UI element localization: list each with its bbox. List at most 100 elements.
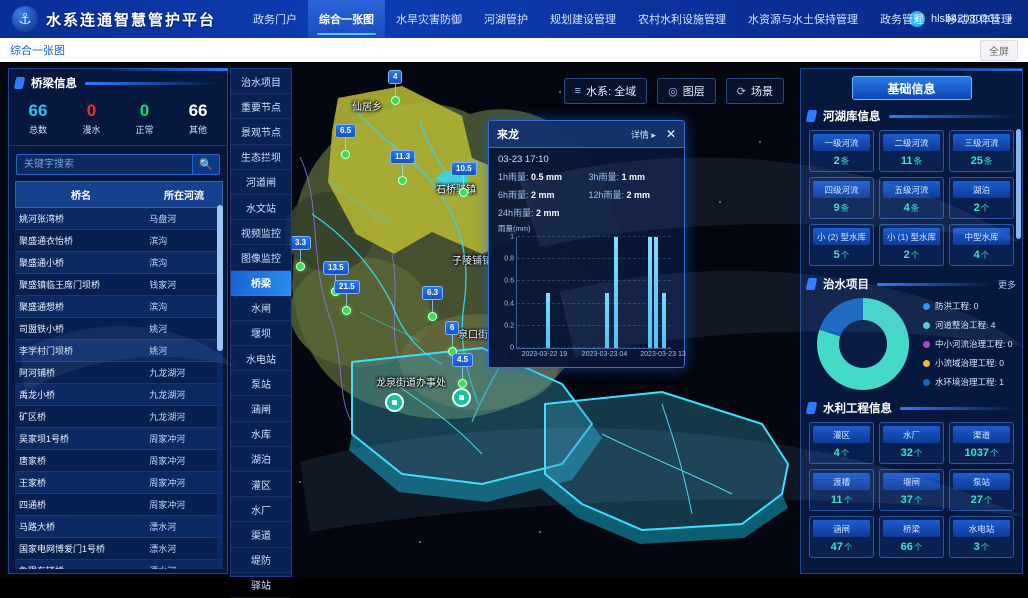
layer-item-灌区[interactable]: 灌区 [231,472,291,497]
layer-item-堤防[interactable]: 堤防 [231,548,291,573]
map-marker[interactable]: 21.5 [334,280,360,315]
info-card-泵站[interactable]: 泵站27个 [949,469,1014,511]
table-row[interactable]: 马路大桥漂水河 [15,516,223,538]
table-row[interactable]: 阿河铺桥九龙湖河 [15,362,223,384]
table-row[interactable]: 李学村门坝桥姚河 [15,340,223,362]
donut-chart [817,298,909,390]
map-marker[interactable]: 10.5 [451,162,477,197]
info-card-桥梁[interactable]: 桥梁66个 [879,516,944,558]
layer-item-景观节点[interactable]: 景观节点 [231,119,291,144]
table-row[interactable]: 聚盛镇临王席门坝桥钱家河 [15,274,223,296]
tab-basic-info[interactable]: 基础信息 [852,76,972,100]
nav-item-河湖管护[interactable]: 河湖管护 [473,0,539,38]
table-row[interactable]: 象限车辆桥漂水河 [15,560,223,569]
marker-pin-icon [341,150,350,159]
table-row[interactable]: 姚河张湾桥马盘河 [15,208,223,230]
map-marker[interactable]: 3.3 [290,236,311,271]
nav-item-规划建设管理[interactable]: 规划建设管理 [539,0,627,38]
map-marker[interactable]: 6.5 [335,124,356,159]
layer-item-桥梁[interactable]: 桥梁 [231,271,291,296]
info-card-水电站[interactable]: 水电站3个 [949,516,1014,558]
layer-item-生态拦坝[interactable]: 生态拦坝 [231,145,291,170]
nav-item-政务管理[interactable]: 政务管理 [869,0,935,38]
info-card-涵闸[interactable]: 涵闸47个 [809,516,874,558]
card-value: 3个 [953,537,1010,554]
table-row[interactable]: 矿区桥九龙湖河 [15,406,223,428]
layer-item-涵闸[interactable]: 涵闸 [231,396,291,421]
info-card-湖泊[interactable]: 湖泊2个 [949,177,1014,219]
table-row[interactable]: 聚盛通想桥滨沟 [15,296,223,318]
station-icon[interactable] [452,388,471,407]
layer-item-湖泊[interactable]: 湖泊 [231,447,291,472]
river-name: 马盘河 [145,212,223,225]
table-row[interactable]: 禹龙小桥九龙湖河 [15,384,223,406]
search-input[interactable] [16,154,192,175]
layer-item-堰坝[interactable]: 堰坝 [231,321,291,346]
info-card-二级河流[interactable]: 二级河流11条 [879,130,944,172]
layer-item-河道闸[interactable]: 河道闸 [231,170,291,195]
info-card-水厂[interactable]: 水厂32个 [879,422,944,464]
fullscreen-button[interactable]: 全屏 [980,40,1018,61]
table-row[interactable]: 司盟铁小桥姚河 [15,318,223,340]
table-row[interactable]: 聚盛通小桥滨沟 [15,252,223,274]
info-card-五级河流[interactable]: 五级河流4条 [879,177,944,219]
map-control-水系: 全域[interactable]: ≡水系: 全域 [564,78,648,104]
nav-item-综合一张图[interactable]: 综合一张图 [308,0,385,38]
card-label: 水电站 [953,520,1010,537]
layer-item-水电站[interactable]: 水电站 [231,346,291,371]
close-icon[interactable]: ✕ [666,128,676,140]
popup-details-link[interactable]: 详情 ▸ [631,128,656,141]
layer-item-水文站[interactable]: 水文站 [231,195,291,220]
layer-item-治水项目[interactable]: 治水项目 [231,69,291,94]
table-row[interactable]: 国家电网博爱门1号桥漂水河 [15,538,223,560]
nav-item-农村水利设施管理[interactable]: 农村水利设施管理 [627,0,737,38]
map-marker[interactable]: 6 [445,321,459,356]
info-card-渠道[interactable]: 渠道1037个 [949,422,1014,464]
map-marker[interactable]: 6.3 [422,286,443,321]
nav-item-政务门户[interactable]: 政务门户 [242,0,308,38]
table-scrollbar[interactable] [217,205,223,569]
info-card-堰闸[interactable]: 堰闸37个 [879,469,944,511]
layer-item-重要节点[interactable]: 重要节点 [231,94,291,119]
panel-scrollbar[interactable] [1016,129,1021,239]
marker-stem [300,250,301,262]
map-marker[interactable]: 4.5 [452,353,473,388]
bridge-name: 聚盛通想桥 [15,300,145,313]
info-card-中型水库[interactable]: 中型水库4个 [949,224,1014,266]
table-row[interactable]: 王家桥周家冲河 [15,472,223,494]
layer-item-水厂[interactable]: 水厂 [231,497,291,522]
search-icon[interactable]: 🔍 [192,154,220,175]
table-row[interactable]: 聚盛通衣怡桥滨沟 [15,230,223,252]
card-value: 5个 [813,245,870,262]
layer-item-泵站[interactable]: 泵站 [231,371,291,396]
layer-item-渠道[interactable]: 渠道 [231,522,291,547]
info-card-小 (2) 型水库[interactable]: 小 (2) 型水库5个 [809,224,874,266]
table-row[interactable]: 唐家桥周家冲河 [15,450,223,472]
breadcrumb[interactable]: 综合一张图 [10,42,65,58]
card-label: 涵闸 [813,520,870,537]
layer-item-视频监控[interactable]: 视频监控 [231,220,291,245]
more-link[interactable]: 更多 [998,278,1016,291]
map-control-场景[interactable]: ⟳场景 [726,78,784,104]
nav-item-水资源与水土保持管理[interactable]: 水资源与水土保持管理 [737,0,869,38]
bridge-name: 阿河铺桥 [15,366,145,379]
layer-item-图像监控[interactable]: 图像监控 [231,245,291,270]
nav-item-水旱灾害防御[interactable]: 水旱灾害防御 [385,0,473,38]
info-card-一级河流[interactable]: 一级河流2条 [809,130,874,172]
map-marker[interactable]: 4 [388,70,402,105]
station-icon[interactable] [385,393,404,412]
info-card-灌区[interactable]: 灌区4个 [809,422,874,464]
layer-item-水库[interactable]: 水库 [231,422,291,447]
table-row[interactable]: 四通桥周家冲河 [15,494,223,516]
nav-item-系统管理[interactable]: 系统管理 [1023,0,1028,38]
stat-value: 0 [82,102,100,120]
map-marker[interactable]: 11.3 [390,150,415,185]
info-card-小 (1) 型水库[interactable]: 小 (1) 型水库2个 [879,224,944,266]
info-card-四级河流[interactable]: 四级河流9条 [809,177,874,219]
nav-item-移动工作管理[interactable]: 移动工作管理 [935,0,1023,38]
map-control-图层[interactable]: ◎图层 [657,78,716,104]
info-card-三级河流[interactable]: 三级河流25条 [949,130,1014,172]
info-card-渡槽[interactable]: 渡槽11个 [809,469,874,511]
table-row[interactable]: 吴家坝1号桥周家冲河 [15,428,223,450]
layer-item-水闸[interactable]: 水闸 [231,296,291,321]
